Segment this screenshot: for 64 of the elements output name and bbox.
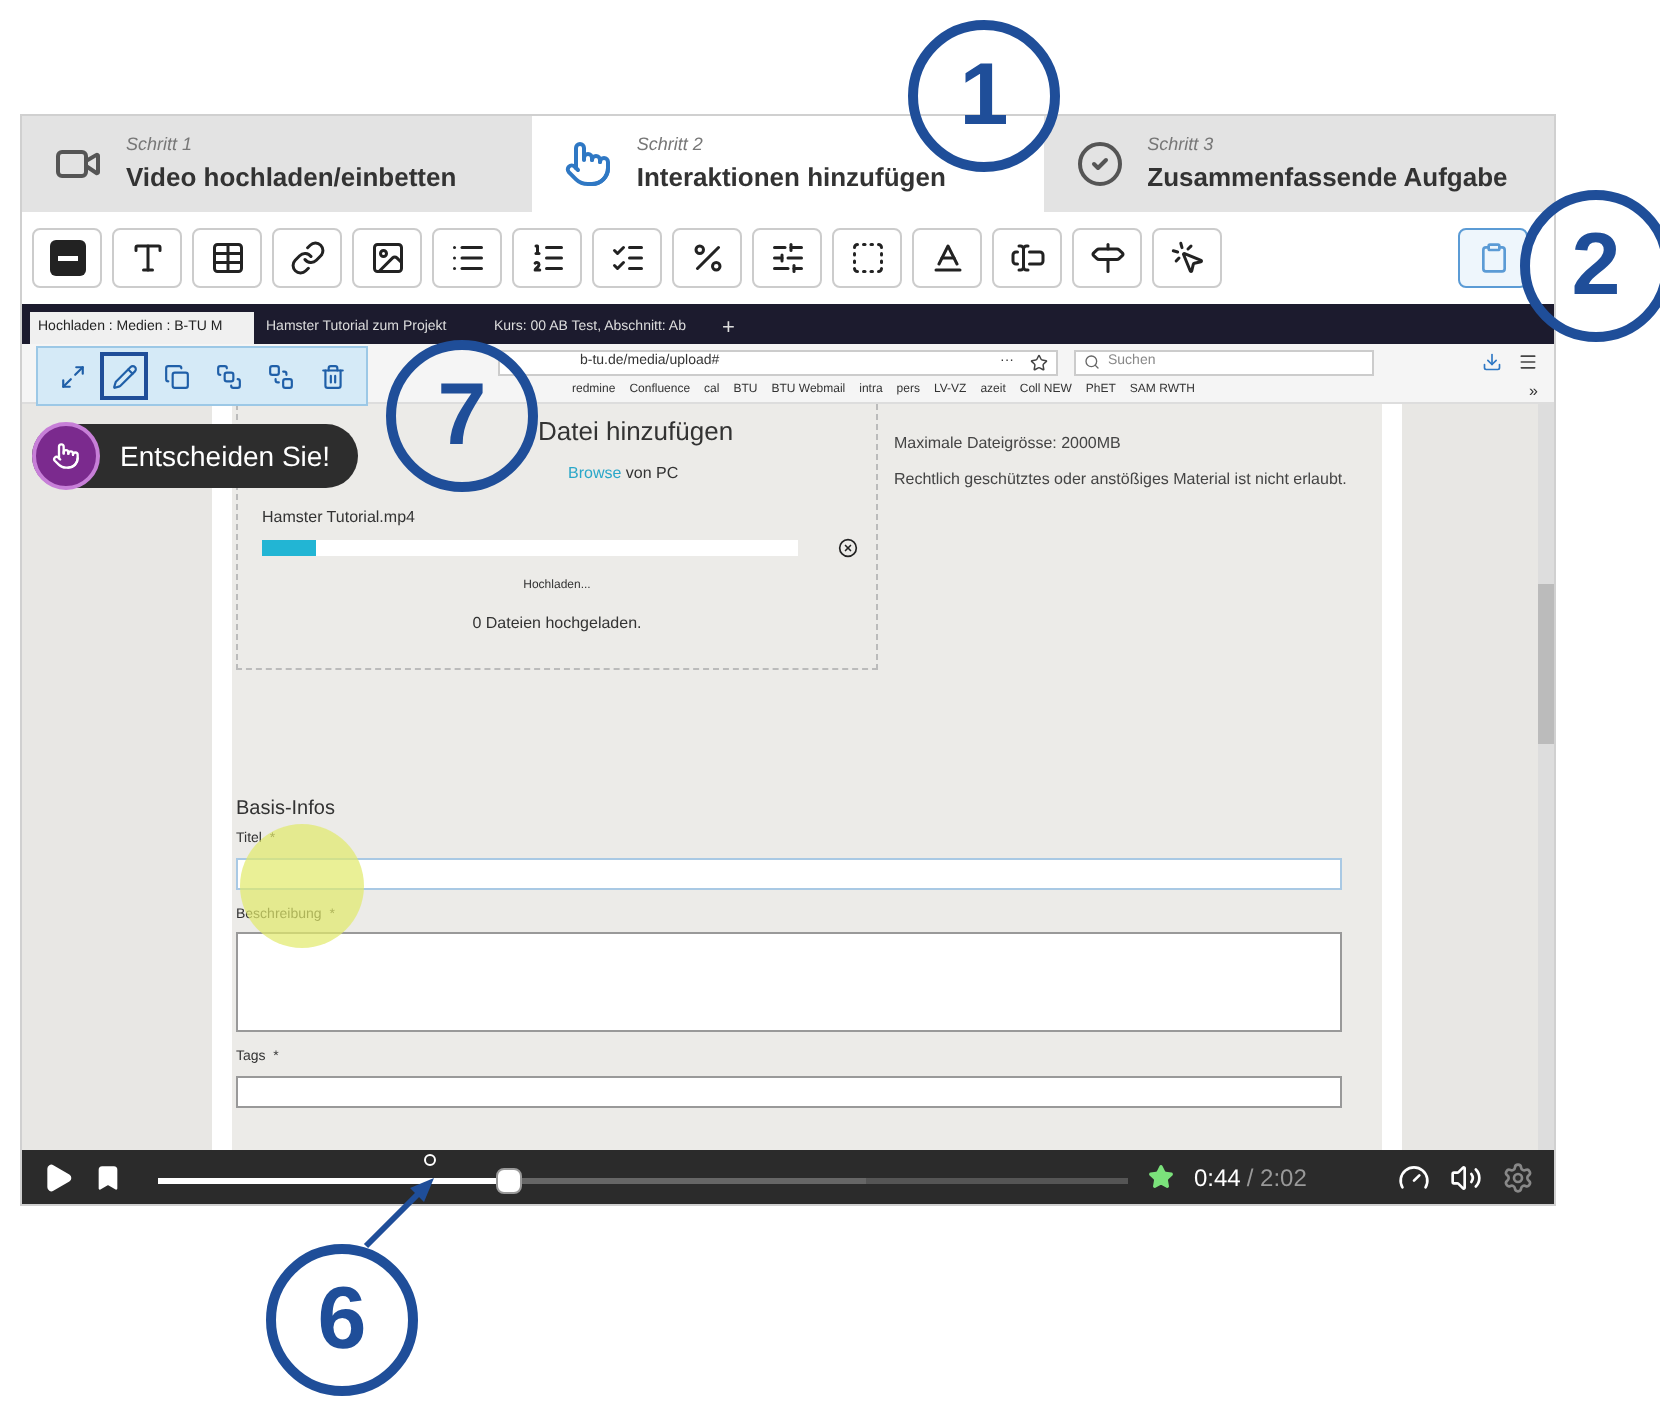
text-field-icon — [1009, 240, 1045, 276]
checklist-icon — [609, 240, 645, 276]
text-icon — [129, 240, 165, 276]
image-icon — [369, 240, 405, 276]
interaction-button[interactable]: Entscheiden Sie! — [32, 424, 359, 488]
seek-track[interactable] — [158, 1177, 1128, 1183]
paste-button[interactable] — [1458, 228, 1528, 288]
number-callout: 7 — [386, 340, 538, 492]
input-field[interactable] — [236, 1075, 1342, 1107]
browse-text: Browse von PC — [568, 461, 679, 485]
click-icon — [1169, 240, 1205, 276]
step-label: Schritt 1 — [126, 131, 195, 157]
dashed-square-icon — [849, 240, 885, 276]
number-callout: 2 — [1520, 190, 1660, 342]
interaction-marker[interactable] — [424, 1153, 436, 1165]
max-size-text: Maximale Dateigrösse: 2000MB — [894, 432, 1123, 456]
section-heading: Basis-Infos — [236, 796, 337, 824]
close-icon[interactable] — [838, 537, 858, 557]
description-field[interactable] — [236, 932, 1342, 1032]
check-circle-icon — [1075, 140, 1124, 188]
step-label: Schritt 2 — [636, 131, 705, 157]
sliders-icon — [769, 240, 805, 276]
table-icon — [209, 240, 245, 276]
step-title: Video hochladen/einbetten — [126, 160, 457, 196]
step-title: Zusammenfassende Aufgabe — [1147, 160, 1508, 196]
play-icon[interactable] — [42, 1161, 74, 1193]
numbered-list-icon — [529, 240, 565, 276]
touch-icon — [564, 140, 613, 188]
expand-icon — [59, 363, 85, 389]
bookmark-icon[interactable] — [94, 1163, 122, 1191]
total-time: / 2:02 — [1246, 1161, 1307, 1195]
percent-icon — [689, 240, 725, 276]
file-name: Hamster Tutorial.mp4 — [262, 505, 415, 529]
text-mark-icon — [929, 240, 965, 276]
pointer-arrow — [360, 1172, 440, 1252]
toolbar-button[interactable] — [100, 352, 148, 400]
search-icon — [1084, 354, 1100, 370]
upload-count: 0 Dateien hochgeladen. — [472, 611, 642, 635]
star-icon[interactable] — [1030, 353, 1048, 371]
hand-icon — [52, 442, 80, 470]
clipboard-icon — [1477, 242, 1509, 274]
upload-heading: Datei hinzufügen — [538, 414, 734, 450]
trash-icon — [319, 363, 345, 389]
settings-icon[interactable] — [1502, 1161, 1534, 1193]
speed-icon[interactable] — [1398, 1161, 1430, 1193]
pencil-icon — [111, 363, 137, 389]
number-callout: 6 — [266, 1244, 418, 1396]
notice-text: Rechtlich geschütztes oder anstößiges Material ist nicht erlaubt. — [894, 468, 1349, 492]
bring-front-icon — [215, 363, 241, 389]
number-callout: 1 — [908, 20, 1060, 172]
current-time: 0:44 — [1194, 1161, 1241, 1195]
copy-icon — [163, 363, 189, 389]
link-icon — [289, 240, 325, 276]
signpost-icon — [1089, 240, 1125, 276]
new-tab-button[interactable]: + — [722, 311, 735, 344]
minus-square-icon — [49, 240, 85, 276]
menu-icon[interactable] — [1518, 352, 1538, 372]
seek-handle[interactable] — [495, 1167, 522, 1193]
send-back-icon — [267, 363, 293, 389]
step-label: Schritt 3 — [1147, 131, 1216, 157]
download-icon[interactable] — [1482, 352, 1502, 372]
list-icon — [449, 240, 485, 276]
volume-icon[interactable] — [1450, 1161, 1482, 1193]
overflow-button[interactable]: » — [1529, 379, 1538, 403]
